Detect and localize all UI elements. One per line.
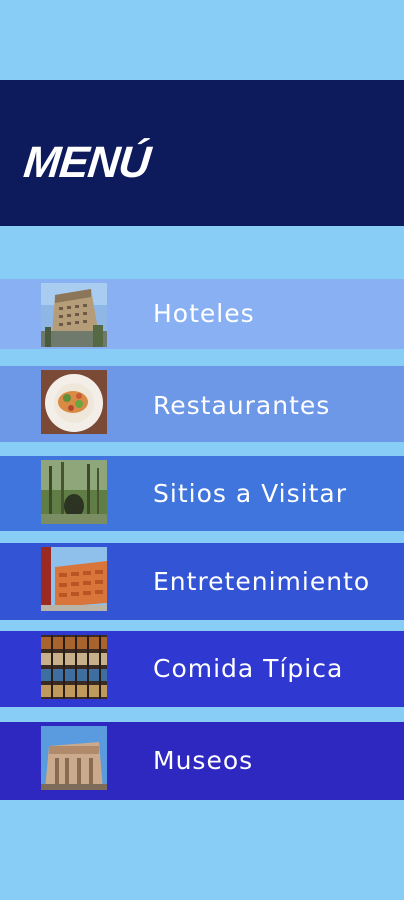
menu-item-label: Hoteles xyxy=(153,299,255,328)
menu-item-hoteles[interactable]: Hoteles xyxy=(0,279,404,349)
menu-item-label: Museos xyxy=(153,746,254,775)
menu-item-museos[interactable]: Museos xyxy=(0,722,404,800)
hotel-building-photo-icon xyxy=(41,283,107,347)
menu-item-comida-tipica[interactable]: Comida Típica xyxy=(0,631,404,707)
menu-item-entretenimiento[interactable]: Entretenimiento xyxy=(0,543,404,620)
page-title: MENÚ xyxy=(21,138,153,187)
menu-item-sitios-a-visitar[interactable]: Sitios a Visitar xyxy=(0,456,404,531)
entertainment-mall-photo-icon xyxy=(41,547,107,611)
sightseeing-park-photo-icon xyxy=(41,460,107,524)
menu-item-label: Comida Típica xyxy=(153,654,344,683)
menu-item-label: Entretenimiento xyxy=(153,567,371,596)
menu-item-restaurantes[interactable]: Restaurantes xyxy=(0,366,404,442)
museum-building-photo-icon xyxy=(41,726,107,790)
menu-item-label: Restaurantes xyxy=(153,391,331,420)
menu-item-label: Sitios a Visitar xyxy=(153,479,347,508)
typical-food-shelf-photo-icon xyxy=(41,635,107,699)
restaurant-dish-photo-icon xyxy=(41,370,107,434)
